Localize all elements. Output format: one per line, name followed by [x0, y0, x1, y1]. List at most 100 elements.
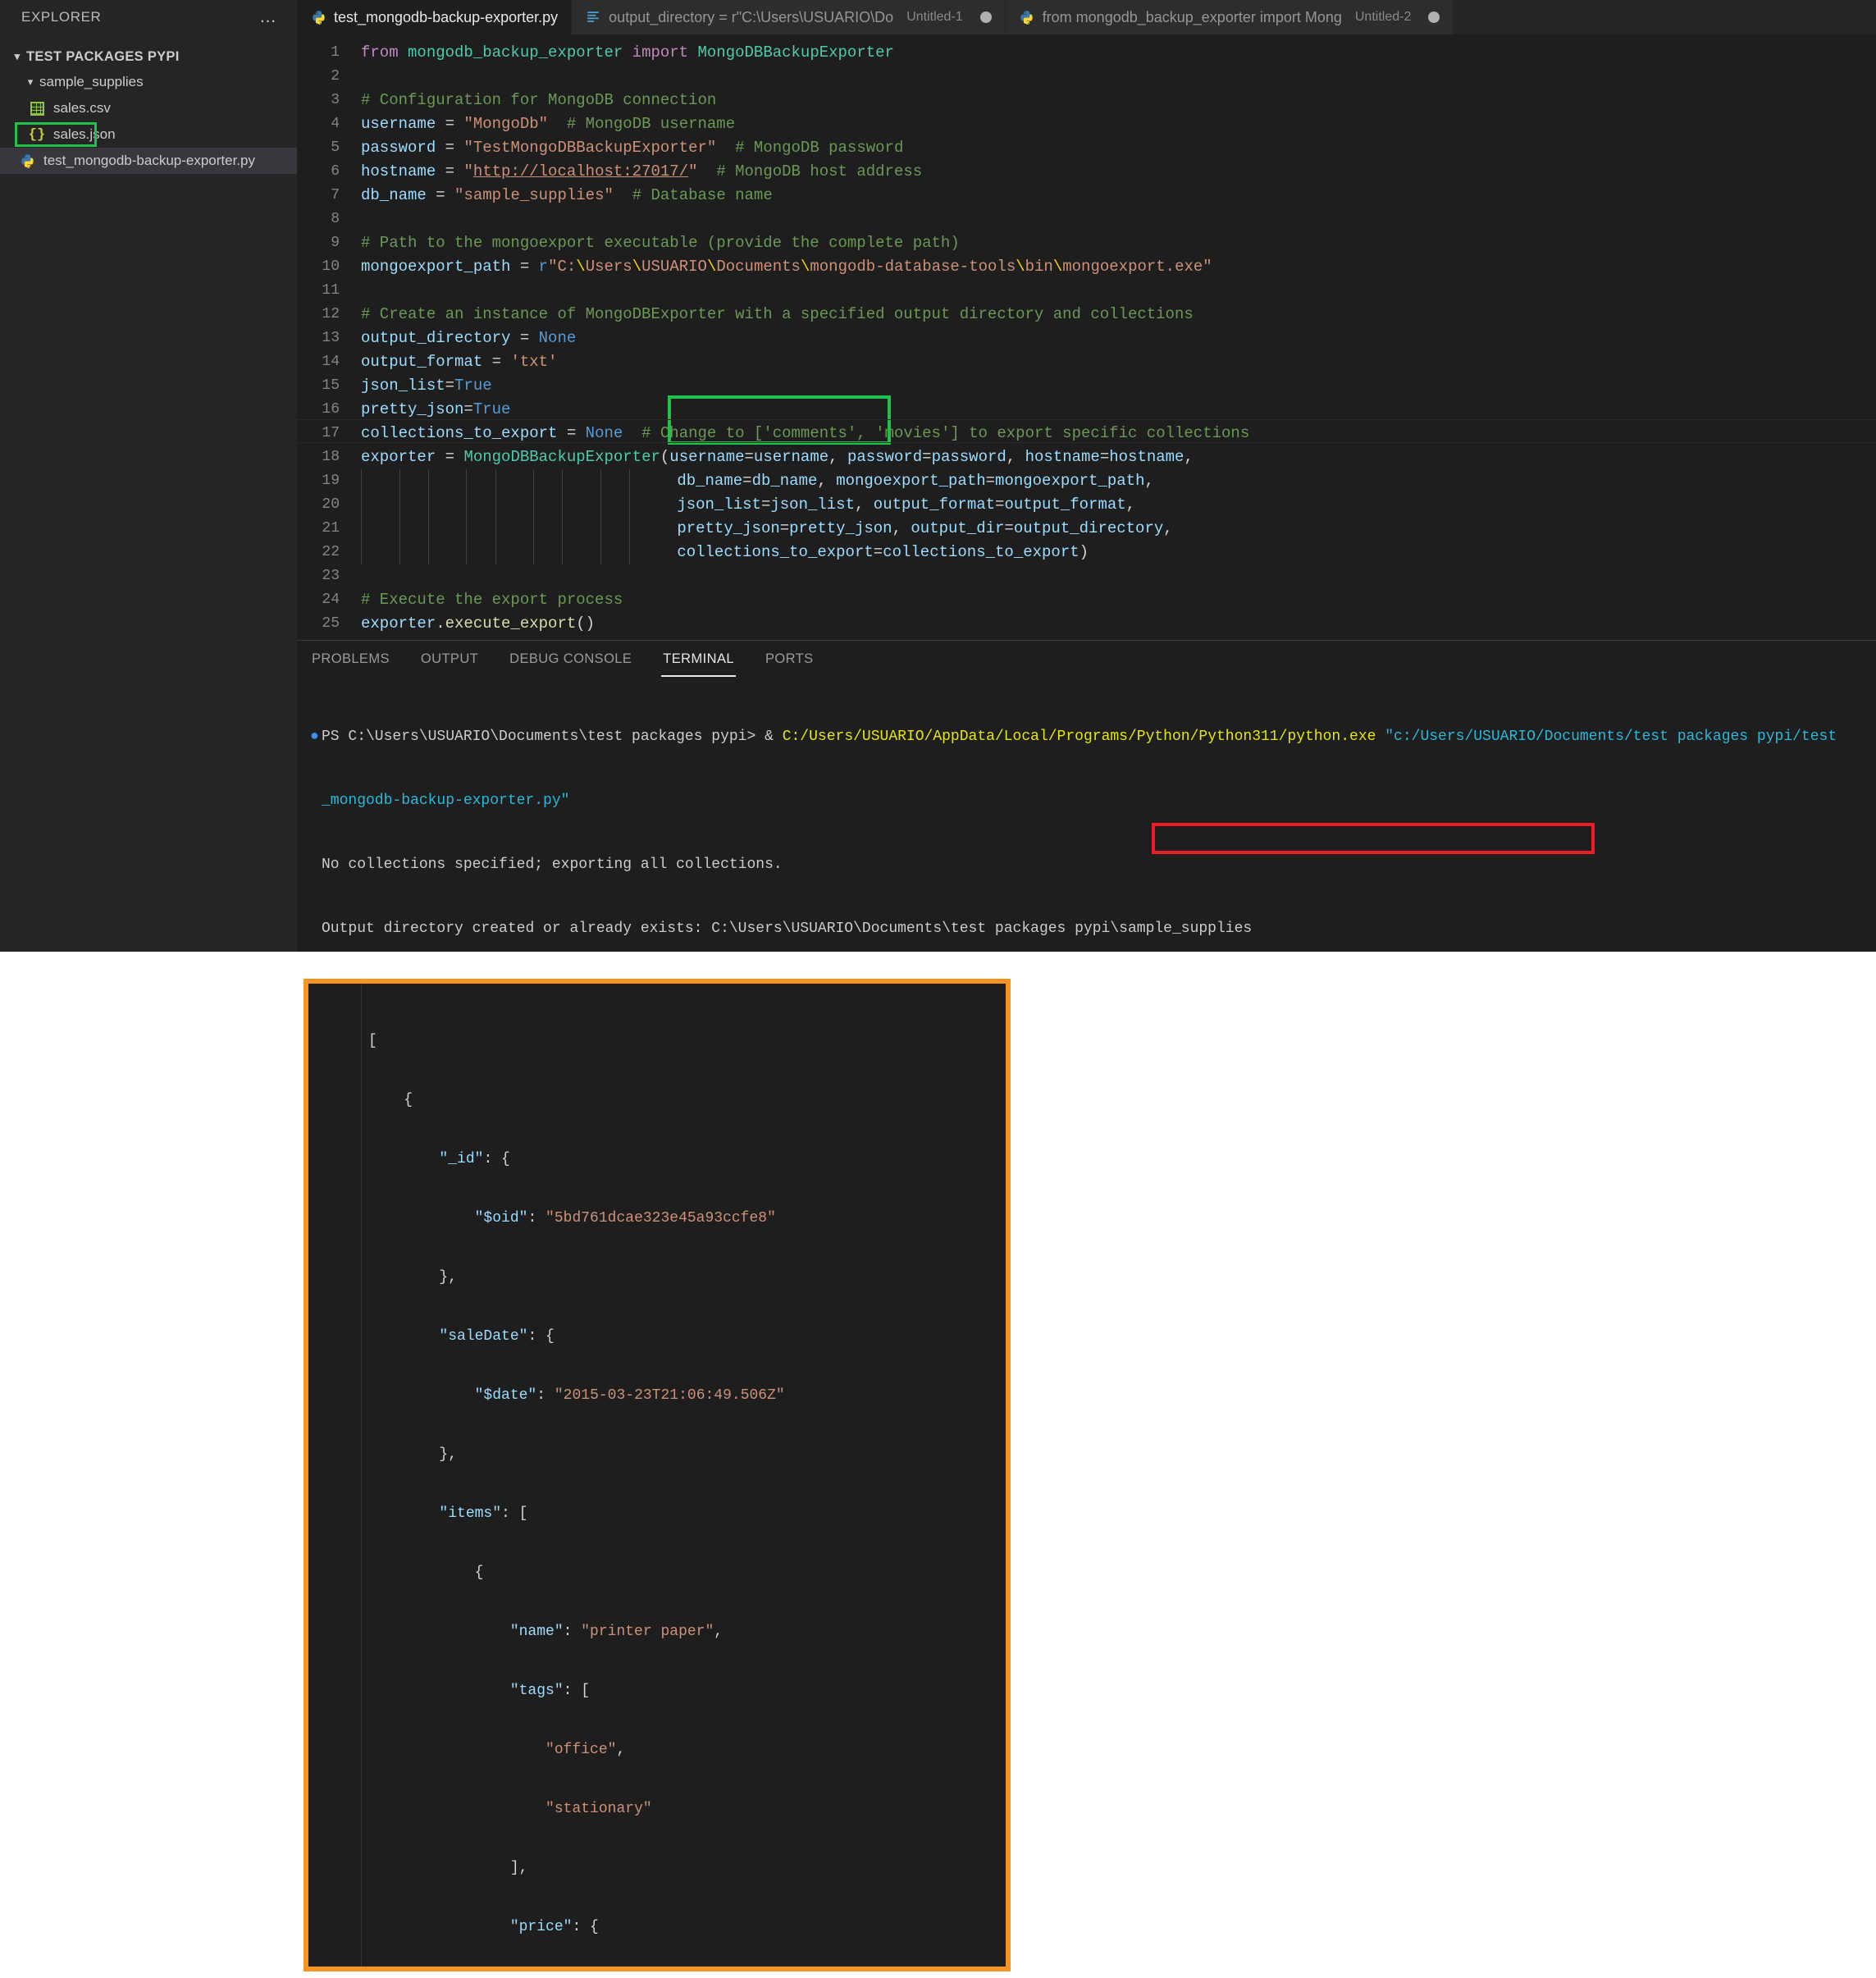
terminal-output[interactable]: ●PS C:\Users\USUARIO\Documents\test pack… [297, 677, 1876, 952]
line-number: 3 [297, 89, 361, 112]
code-line-text: # Configuration for MongoDB connection [361, 89, 716, 112]
text-file-icon [585, 9, 601, 25]
json-scroll-region[interactable]: [ { "_id": { "$oid": "5bd761dcae323e45a9… [361, 984, 1006, 1967]
unsaved-indicator-icon[interactable] [1428, 11, 1440, 23]
code-line: 18exporter = MongoDBBackupExporter(usern… [297, 445, 1876, 469]
code-line-text: # Execute the export process [361, 588, 623, 612]
tab-untitled-2[interactable]: from mongodb_backup_exporter import Mong… [1006, 0, 1454, 34]
code-line: 21 pretty_json=pretty_json, output_dir=o… [297, 517, 1876, 541]
unsaved-indicator-icon[interactable] [980, 11, 992, 23]
line-number: 12 [297, 303, 361, 327]
tab-sublabel: Untitled-2 [1355, 10, 1411, 25]
sidebar-item-label: sales.csv [53, 100, 111, 116]
workspace-root-label: TEST PACKAGES PYPI [26, 49, 180, 65]
code-line: 12# Create an instance of MongoDBExporte… [297, 303, 1876, 327]
code-line-text: mongoexport_path = r"C:\Users\USUARIO\Do… [361, 255, 1212, 279]
code-line: 15json_list=True [297, 374, 1876, 398]
line-number: 14 [297, 350, 361, 374]
code-line-text: password = "TestMongoDBBackupExporter" #… [361, 136, 903, 160]
line-number: 4 [297, 112, 361, 136]
line-number: 13 [297, 327, 361, 350]
sidebar-item-sales-json[interactable]: {} sales.json [0, 121, 297, 148]
json-line: "price": { [368, 1917, 1006, 1937]
bottom-panel: PROBLEMS OUTPUT DEBUG CONSOLE TERMINAL P… [297, 640, 1876, 952]
code-line: 6hostname = "http://localhost:27017/" # … [297, 160, 1876, 184]
python-file-icon [16, 153, 38, 169]
command-status-icon: ● [310, 726, 319, 747]
code-line-text: # Create an instance of MongoDBExporter … [361, 303, 1194, 327]
code-line-text: json_list=True [361, 374, 492, 398]
line-number: 21 [297, 517, 361, 541]
line-number: 10 [297, 255, 361, 279]
json-file-icon: {} [26, 127, 48, 143]
tab-ports[interactable]: PORTS [764, 646, 815, 672]
sidebar-item-label: test_mongodb-backup-exporter.py [43, 153, 255, 169]
tab-untitled-1[interactable]: output_directory = r"C:\Users\USUARIO\Do… [572, 0, 1006, 34]
line-number: 18 [297, 445, 361, 469]
sidebar-item-sample-supplies[interactable]: ▾ sample_supplies [0, 69, 297, 95]
code-editor[interactable]: 1from mongodb_backup_exporter import Mon… [297, 34, 1876, 640]
code-line-text: output_directory = None [361, 327, 576, 350]
code-line: 1from mongodb_backup_exporter import Mon… [297, 41, 1876, 65]
tab-label: output_directory = r"C:\Users\USUARIO\Do [609, 9, 893, 26]
code-line-text: username = "MongoDb" # MongoDB username [361, 112, 735, 136]
tab-label: test_mongodb-backup-exporter.py [334, 9, 558, 26]
json-line: "stationary" [368, 1799, 1006, 1819]
code-line: 19 db_name=db_name, mongoexport_path=mon… [297, 469, 1876, 493]
top-bar: EXPLORER … test_mongodb-backup-exporter.… [0, 0, 1876, 34]
code-line: 5password = "TestMongoDBBackupExporter" … [297, 136, 1876, 160]
line-number: 5 [297, 136, 361, 160]
sidebar-item-sales-csv[interactable]: sales.csv [0, 95, 297, 121]
code-line: 7db_name = "sample_supplies" # Database … [297, 184, 1876, 208]
line-number: 23 [297, 564, 361, 588]
json-line: "$date": "2015-03-23T21:06:49.506Z" [368, 1386, 1006, 1405]
code-line: 17collections_to_export = None # Change … [297, 422, 1876, 445]
python-file-icon [310, 9, 326, 25]
code-line: 20 json_list=json_list, output_format=ou… [297, 493, 1876, 517]
line-number: 17 [297, 422, 361, 445]
code-line-text: collections_to_export = None # Change to… [361, 422, 1249, 445]
json-line: "$oid": "5bd761dcae323e45a93ccfe8" [368, 1208, 1006, 1228]
code-line: 8 [297, 208, 1876, 231]
json-preview-card: [ { "_id": { "$oid": "5bd761dcae323e45a9… [304, 979, 1011, 1971]
sidebar-item-test-mongodb-backup-exporter-py[interactable]: test_mongodb-backup-exporter.py [0, 148, 297, 174]
json-line: }, [368, 1268, 1006, 1287]
explorer-sidebar: ▾ TEST PACKAGES PYPI ▾ sample_supplies s… [0, 34, 297, 952]
code-line: 4username = "MongoDb" # MongoDB username [297, 112, 1876, 136]
code-line: 10mongoexport_path = r"C:\Users\USUARIO\… [297, 255, 1876, 279]
code-line-text: # Path to the mongoexport executable (pr… [361, 231, 960, 255]
tab-debug-console[interactable]: DEBUG CONSOLE [508, 646, 633, 672]
tab-label: from mongodb_backup_exporter import Mong [1043, 9, 1342, 26]
code-line-text: json_list=json_list, output_format=outpu… [361, 493, 1135, 517]
code-line: 2 [297, 65, 1876, 89]
chevron-down-icon: ▾ [21, 75, 39, 89]
vscode-window: EXPLORER … test_mongodb-backup-exporter.… [0, 0, 1876, 952]
line-number: 1 [297, 41, 361, 65]
chevron-down-icon: ▾ [8, 50, 26, 63]
terminal-python-path: C:/Users/USUARIO/AppData/Local/Programs/… [783, 729, 1376, 745]
line-number: 16 [297, 398, 361, 422]
editor-area: 1from mongodb_backup_exporter import Mon… [297, 34, 1876, 952]
workspace-root-node[interactable]: ▾ TEST PACKAGES PYPI [0, 44, 297, 69]
json-right-gutter [940, 984, 1006, 1967]
code-line: 11 [297, 279, 1876, 303]
code-line: 22 collections_to_export=collections_to_… [297, 541, 1876, 564]
tab-terminal[interactable]: TERMINAL [661, 646, 736, 672]
sidebar-item-label: sample_supplies [39, 74, 144, 90]
tab-output[interactable]: OUTPUT [419, 646, 480, 672]
explorer-title: EXPLORER [21, 9, 101, 25]
code-line: 23 [297, 564, 1876, 588]
terminal-prompt: PS C:\Users\USUARIO\Documents\test packa… [322, 729, 783, 745]
code-line: 3# Configuration for MongoDB connection [297, 89, 1876, 112]
code-line: 16pretty_json=True [297, 398, 1876, 422]
line-number: 20 [297, 493, 361, 517]
line-number: 19 [297, 469, 361, 493]
panel-tabstrip: PROBLEMS OUTPUT DEBUG CONSOLE TERMINAL P… [297, 641, 1876, 677]
json-line: "name": "printer paper", [368, 1622, 1006, 1642]
json-line: { [368, 1563, 1006, 1583]
tab-problems[interactable]: PROBLEMS [310, 646, 391, 672]
line-number: 25 [297, 612, 361, 636]
json-line: "tags": [ [368, 1681, 1006, 1701]
more-actions-icon[interactable]: … [259, 13, 277, 21]
tab-test-mongodb-backup-exporter-py[interactable]: test_mongodb-backup-exporter.py [297, 0, 572, 34]
